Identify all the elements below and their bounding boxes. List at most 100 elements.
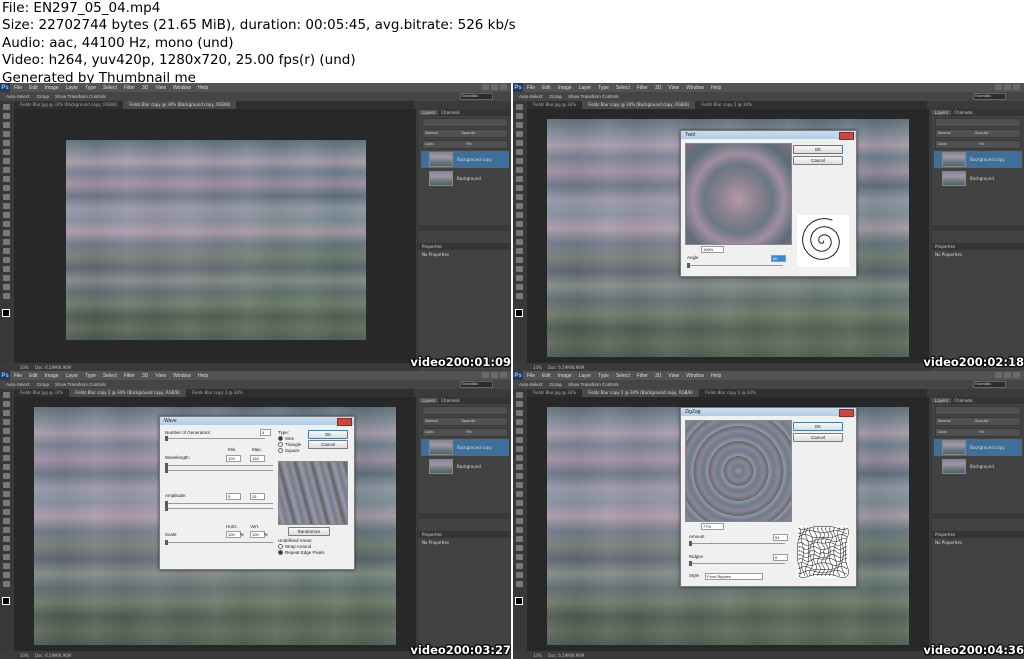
- menu-item[interactable]: Filter: [637, 373, 648, 379]
- menu-item[interactable]: Select: [103, 373, 117, 379]
- document-tab[interactable]: Fields Blur copy 2 @ 34% (Background cop…: [69, 389, 186, 397]
- scale-h-field[interactable]: 100: [226, 531, 241, 538]
- layer-row[interactable]: Background copy: [934, 439, 1022, 456]
- tool-icon[interactable]: [3, 140, 10, 146]
- menu-item[interactable]: Select: [616, 373, 630, 379]
- tool-icon[interactable]: [3, 284, 10, 290]
- menu-item[interactable]: Select: [103, 85, 117, 91]
- tool-icon[interactable]: [3, 248, 10, 254]
- close-icon[interactable]: [839, 409, 854, 417]
- blend-mode-row[interactable]: Normal Opacity:: [935, 417, 1021, 426]
- document-tab[interactable]: Fields Blur.jpg @ 33%: [527, 101, 582, 109]
- blend-mode-select[interactable]: Normal: [425, 419, 438, 423]
- workspace-select[interactable]: Essentials: [973, 93, 1006, 100]
- slider[interactable]: [165, 506, 273, 511]
- amplitude-max-field[interactable]: 25: [250, 493, 265, 500]
- tool-icon[interactable]: [516, 275, 523, 281]
- tool-icon[interactable]: [516, 221, 523, 227]
- amount-field[interactable]: 54: [773, 534, 788, 541]
- tool-icon[interactable]: [3, 446, 10, 452]
- tool-icon[interactable]: [3, 203, 10, 209]
- menu-item[interactable]: Layer: [579, 373, 592, 379]
- tool-icon[interactable]: [3, 464, 10, 470]
- show-transform-controls[interactable]: Show Transform Controls: [55, 94, 106, 99]
- tab-channels[interactable]: Channels: [438, 110, 463, 115]
- style-select[interactable]: Pond Ripples: [705, 573, 763, 580]
- tool-icon[interactable]: [516, 122, 523, 128]
- menu-item[interactable]: Type: [598, 373, 609, 379]
- close-icon[interactable]: [500, 372, 507, 378]
- tab-layers[interactable]: Layers: [419, 398, 439, 403]
- zoom-readout[interactable]: 33%: [533, 365, 542, 370]
- filter-preview[interactable]: [685, 143, 792, 245]
- menu-item[interactable]: Layer: [66, 373, 79, 379]
- tool-icon[interactable]: [3, 581, 10, 587]
- tool-icon[interactable]: [3, 266, 10, 272]
- tool-icon[interactable]: [3, 509, 10, 515]
- maximize-icon[interactable]: [1004, 372, 1011, 378]
- slider[interactable]: [165, 468, 273, 473]
- cancel-button[interactable]: Cancel: [793, 156, 843, 165]
- tool-icon[interactable]: [516, 500, 523, 506]
- type-radio[interactable]: Sine: [278, 436, 294, 441]
- tool-icon[interactable]: [516, 536, 523, 542]
- tool-icon[interactable]: [3, 491, 10, 497]
- preview-zoom[interactable]: 77%: [701, 523, 724, 530]
- tab-layers[interactable]: Layers: [419, 110, 439, 115]
- tool-icon[interactable]: [516, 482, 523, 488]
- blend-mode-row[interactable]: Normal Opacity:: [935, 129, 1021, 138]
- slider[interactable]: [165, 463, 273, 468]
- menu-item[interactable]: View: [668, 85, 679, 91]
- tool-icon[interactable]: [516, 113, 523, 119]
- preview-zoom[interactable]: 100%: [701, 246, 724, 253]
- menu-item[interactable]: Type: [598, 85, 609, 91]
- type-radio[interactable]: Square: [278, 448, 300, 453]
- generators-field[interactable]: 5: [260, 429, 271, 436]
- tool-icon[interactable]: [3, 104, 10, 110]
- cancel-button[interactable]: Cancel: [308, 440, 348, 449]
- ok-button[interactable]: OK: [793, 422, 843, 431]
- tool-icon[interactable]: [516, 158, 523, 164]
- tool-icon[interactable]: [3, 410, 10, 416]
- randomize-button[interactable]: Randomize: [288, 527, 330, 536]
- document-tab[interactable]: Fields Blur.jpg @ 33% (Background copy, …: [14, 101, 123, 109]
- close-icon[interactable]: [1013, 84, 1020, 90]
- menu-item[interactable]: Select: [616, 85, 630, 91]
- document-tab[interactable]: Fields Blur copy @ 34% (Background copy,…: [582, 101, 696, 109]
- menu-item[interactable]: Image: [45, 373, 59, 379]
- tool-icon[interactable]: [3, 185, 10, 191]
- menu-item[interactable]: Filter: [637, 85, 648, 91]
- filter-preview[interactable]: [685, 420, 792, 522]
- layer-row[interactable]: Background copy: [421, 151, 509, 168]
- menu-item[interactable]: Help: [198, 85, 208, 91]
- tool-icon[interactable]: [516, 176, 523, 182]
- menu-item[interactable]: Layer: [579, 85, 592, 91]
- tool-icon[interactable]: [516, 104, 523, 110]
- foreground-color-swatch[interactable]: [515, 309, 523, 317]
- close-icon[interactable]: [337, 418, 352, 426]
- document-tab[interactable]: Fields Blur copy @ 34% (Background copy,…: [123, 101, 237, 109]
- tool-icon[interactable]: [516, 185, 523, 191]
- tool-icon[interactable]: [516, 572, 523, 578]
- menu-item[interactable]: 3D: [142, 85, 148, 91]
- tool-icon[interactable]: [516, 149, 523, 155]
- tool-icon[interactable]: [3, 401, 10, 407]
- document-tab[interactable]: Fields Blur copy 2 @ 34%: [695, 101, 758, 109]
- tool-icon[interactable]: [516, 437, 523, 443]
- menu-item[interactable]: File: [14, 373, 22, 379]
- menu-item[interactable]: Edit: [542, 373, 551, 379]
- auto-select-label[interactable]: Auto-Select:: [519, 94, 544, 99]
- minimize-icon[interactable]: [482, 84, 489, 90]
- layer-row[interactable]: Background: [934, 458, 1022, 475]
- close-icon[interactable]: [839, 132, 854, 140]
- tab-layers[interactable]: Layers: [932, 398, 952, 403]
- menu-item[interactable]: Help: [198, 373, 208, 379]
- tool-icon[interactable]: [516, 401, 523, 407]
- menu-item[interactable]: Type: [85, 373, 96, 379]
- undefined-area-radio[interactable]: Repeat Edge Pixels: [278, 550, 325, 555]
- tool-icon[interactable]: [516, 491, 523, 497]
- tool-icon[interactable]: [516, 284, 523, 290]
- layer-row[interactable]: Background copy: [934, 151, 1022, 168]
- menu-item[interactable]: Image: [558, 373, 572, 379]
- blend-mode-row[interactable]: Normal Opacity:: [422, 129, 508, 138]
